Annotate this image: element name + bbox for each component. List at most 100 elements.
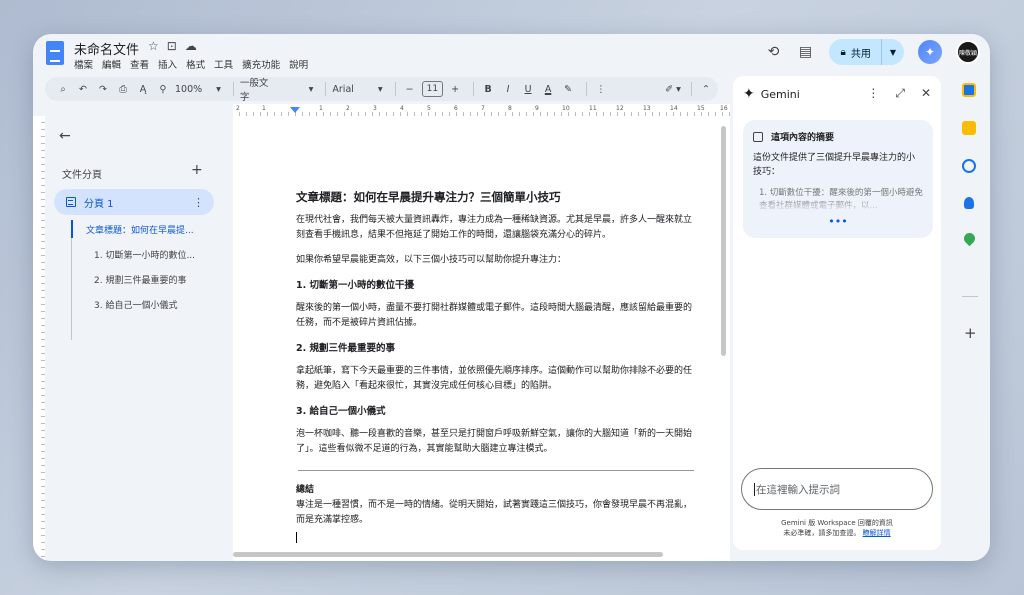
menu-view[interactable]: 查看 bbox=[130, 57, 149, 71]
more-options-icon[interactable]: ⋮ bbox=[593, 80, 609, 98]
summary-title: 這項內容的摘要 bbox=[771, 133, 835, 143]
outline-heading-1[interactable]: 1. 切斷第一小時的數位... bbox=[94, 248, 195, 261]
disclaimer-line-1: Gemini 版 Workspace 回覆的資訊 bbox=[781, 519, 893, 527]
chevron-up-icon[interactable]: ⌃ bbox=[698, 80, 714, 98]
tasks-icon[interactable] bbox=[962, 159, 976, 173]
font-select[interactable]: Arial ▾ bbox=[332, 84, 382, 95]
doc-paragraph-2: 拿起紙筆，寫下今天最重要的三件事情，並依照優先順序排序。這個動作可以幫助你排除不… bbox=[296, 366, 693, 391]
back-arrow-icon[interactable]: ← bbox=[59, 128, 71, 144]
horizontal-rule bbox=[298, 470, 694, 471]
ruler-number: 16 bbox=[720, 105, 728, 112]
decrease-font-size-icon[interactable]: − bbox=[402, 80, 418, 98]
avatar[interactable]: 陳敬穎 bbox=[956, 40, 980, 64]
ruler-number: 1 bbox=[319, 105, 323, 112]
calendar-icon[interactable] bbox=[962, 83, 976, 97]
gemini-header: ✦ Gemini ⋮ ⤢ ✕ bbox=[733, 76, 941, 112]
menu-help[interactable]: 說明 bbox=[289, 57, 308, 71]
outline-heading-2[interactable]: 2. 規劃三件最重要的事 bbox=[94, 273, 186, 286]
history-icon[interactable]: ⟲ bbox=[765, 43, 783, 61]
ruler-number: 8 bbox=[508, 105, 512, 112]
style-value: 一般文字 bbox=[239, 78, 269, 103]
menu-format[interactable]: 格式 bbox=[186, 57, 205, 71]
horizontal-scrollbar[interactable] bbox=[233, 552, 663, 557]
share-button-group: 🔒︎ 共用 ▼ bbox=[828, 39, 904, 65]
vertical-ruler[interactable] bbox=[33, 116, 45, 561]
bold-icon[interactable]: B bbox=[480, 80, 496, 98]
more-vert-icon[interactable]: ⋮ bbox=[193, 196, 204, 209]
menu-edit[interactable]: 編輯 bbox=[102, 57, 121, 71]
redo-icon[interactable]: ↷ bbox=[95, 80, 111, 98]
title-bar: 未命名文件 ☆ ⊡ ☁ 檔案 編輯 查看 插入 格式 工具 擴充功能 說明 ⟲ … bbox=[33, 34, 990, 74]
paint-format-icon[interactable]: ⚲ bbox=[155, 80, 171, 98]
document-tab-icon bbox=[66, 197, 76, 207]
add-ons-plus-icon[interactable]: + bbox=[964, 324, 977, 342]
style-select[interactable]: 一般文字 ▾ bbox=[240, 75, 314, 103]
lock-icon: 🔒︎ bbox=[840, 46, 846, 58]
active-heading-indicator bbox=[70, 220, 73, 238]
indent-marker[interactable] bbox=[290, 107, 300, 113]
divider bbox=[394, 82, 396, 96]
increase-font-size-icon[interactable]: + bbox=[447, 80, 463, 98]
close-icon[interactable]: ✕ bbox=[921, 86, 931, 101]
share-button[interactable]: 🔒︎ 共用 bbox=[829, 39, 882, 65]
prompt-input[interactable]: 在這裡輸入提示詞 bbox=[741, 468, 933, 510]
move-folder-icon[interactable]: ⊡ bbox=[167, 39, 177, 53]
vertical-scrollbar[interactable] bbox=[721, 126, 726, 356]
editing-mode-icon[interactable]: ✐ ▾ bbox=[665, 80, 681, 98]
contacts-icon[interactable] bbox=[964, 197, 974, 209]
share-dropdown-icon[interactable]: ▼ bbox=[882, 39, 904, 65]
menu-file[interactable]: 檔案 bbox=[74, 57, 93, 71]
menu-tools[interactable]: 工具 bbox=[214, 57, 233, 71]
outline-heading-3[interactable]: 3. 給自己一個小儀式 bbox=[94, 298, 177, 311]
divider bbox=[586, 82, 588, 96]
menu-insert[interactable]: 插入 bbox=[158, 57, 177, 71]
doc-heading-title: 文章標題：如何在早晨提升專注力？三個簡單小技巧 bbox=[296, 190, 561, 204]
document-page[interactable]: 文章標題：如何在早晨提升專注力？三個簡單小技巧 在現代社會，我們每天被大量資訊轟… bbox=[233, 116, 730, 561]
summary-more-button[interactable]: ••• bbox=[753, 215, 923, 228]
font-size-input[interactable]: 11 bbox=[421, 81, 444, 97]
doc-summary-paragraph: 專注是一種習慣，而不是一時的情緒。從明天開始，試著實踐這三個技巧，你會發現早晨不… bbox=[296, 500, 693, 525]
ruler-number: 2 bbox=[346, 105, 350, 112]
docs-logo-icon[interactable] bbox=[46, 41, 64, 65]
disclaimer-line-2: 未必準確，請多加查證。 bbox=[783, 529, 861, 537]
horizontal-ruler[interactable]: 2 1 1 2 3 4 5 6 7 8 9 10 11 12 13 14 15 … bbox=[233, 104, 730, 116]
maps-icon[interactable] bbox=[961, 230, 978, 247]
doc-paragraph-intro1: 在現代社會，我們每天被大量資訊轟炸，專注力成為一種稀缺資源。尤其是早晨，許多人一… bbox=[296, 215, 693, 240]
document-canvas: 文章標題：如何在早晨提升專注力？三個簡單小技巧 在現代社會，我們每天被大量資訊轟… bbox=[233, 116, 730, 561]
star-icon[interactable]: ☆ bbox=[148, 39, 159, 53]
divider bbox=[962, 296, 978, 297]
expand-icon[interactable]: ⤢ bbox=[895, 86, 905, 101]
summary-icon bbox=[753, 131, 763, 142]
underline-icon[interactable]: U bbox=[520, 80, 536, 98]
spellcheck-icon[interactable]: Ą bbox=[135, 80, 151, 98]
learn-more-link[interactable]: 瞭解詳情 bbox=[863, 529, 891, 537]
document-body[interactable]: 文章標題：如何在早晨提升專注力？三個簡單小技巧 在現代社會，我們每天被大量資訊轟… bbox=[296, 189, 698, 543]
doc-summary-heading: 總結 bbox=[296, 485, 315, 495]
more-vert-icon[interactable]: ⋮ bbox=[867, 86, 879, 101]
zoom-select[interactable]: 100% ▾ bbox=[175, 84, 221, 95]
italic-icon[interactable]: I bbox=[500, 80, 516, 98]
ruler-number: 14 bbox=[670, 105, 678, 112]
tab-label: 分頁 1 bbox=[84, 198, 114, 210]
formatting-toolbar: ⌕ ↶ ↷ ⎙ Ą ⚲ 100% ▾ 一般文字 ▾ Arial ▾ − 11 +… bbox=[45, 75, 718, 103]
outline-heading-title[interactable]: 文章標題：如何在早晨提... bbox=[86, 223, 194, 236]
add-tab-icon[interactable]: + bbox=[191, 162, 203, 178]
search-icon[interactable]: ⌕ bbox=[55, 80, 71, 98]
print-icon[interactable]: ⎙ bbox=[115, 80, 131, 98]
heading-list: 文章標題：如何在早晨提... 1. 切斷第一小時的數位... 2. 規劃三件最重… bbox=[70, 220, 195, 340]
cloud-status-icon[interactable]: ☁ bbox=[185, 39, 197, 53]
zoom-value: 100% bbox=[175, 83, 203, 95]
keep-icon[interactable] bbox=[962, 121, 976, 135]
document-title[interactable]: 未命名文件 bbox=[74, 39, 139, 58]
tab-page-1[interactable]: 分頁 1 ⋮ bbox=[54, 189, 214, 215]
ruler-number: 6 bbox=[454, 105, 458, 112]
text-color-icon[interactable]: A bbox=[540, 80, 556, 98]
undo-icon[interactable]: ↶ bbox=[75, 80, 91, 98]
menu-extensions[interactable]: 擴充功能 bbox=[242, 57, 280, 71]
doc-paragraph-3: 泡一杯咖啡、聽一段喜歡的音樂，甚至只是打開窗戶呼吸新鮮空氣，讓你的大腦知道「新的… bbox=[296, 429, 693, 454]
comments-icon[interactable]: ▤ bbox=[797, 43, 815, 61]
gemini-button-icon[interactable]: ✦ bbox=[918, 40, 942, 64]
highlight-icon[interactable]: ✎ bbox=[560, 80, 576, 98]
summary-card[interactable]: 這項內容的摘要 這份文件提供了三個提升早晨專注力的小技巧： 1. 切斷數位干擾：… bbox=[743, 120, 933, 238]
chevron-down-icon: ▾ bbox=[308, 83, 314, 95]
